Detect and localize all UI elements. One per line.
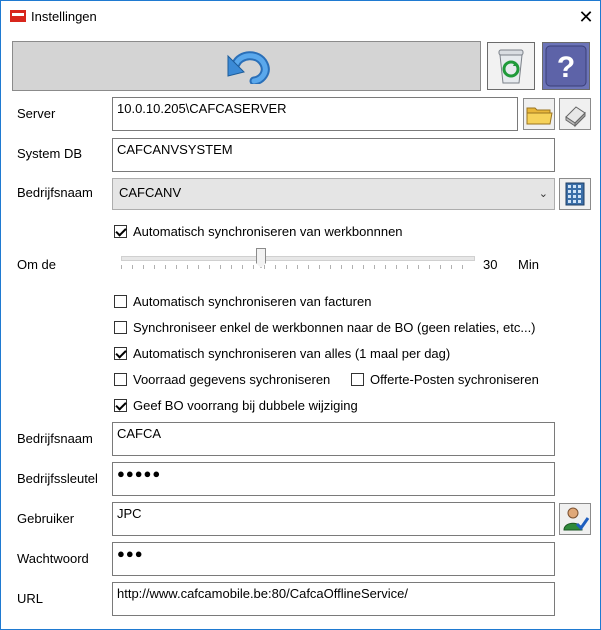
bedrijfsnaam-select[interactable]: CAFCANV ⌄ — [112, 178, 555, 210]
bedrijfssleutel-input[interactable]: ●●●●● — [112, 462, 555, 496]
app-logo-icon — [10, 10, 26, 22]
eraser-button[interactable] — [559, 98, 591, 130]
building-grid-icon — [565, 182, 585, 206]
user-check-button[interactable] — [559, 503, 591, 535]
undo-arrow-icon — [227, 51, 270, 84]
svg-text:?: ? — [557, 51, 575, 84]
offerte-label: Offerte-Posten sychroniseren — [370, 372, 539, 387]
wachtwoord-input[interactable]: ●●● — [112, 542, 555, 576]
auto-facturen-checkbox[interactable]: Automatisch synchroniseren van facturen — [114, 294, 371, 309]
om-de-label: Om de — [17, 257, 57, 272]
voorrang-label: Geef BO voorrang bij dubbele wijziging — [133, 398, 358, 413]
settings-window: Instellingen ✕ ? Server 10.0.10.205\CAFC… — [0, 0, 601, 630]
recycle-bin-icon — [498, 49, 524, 84]
voorrang-checkbox[interactable]: Geef BO voorrang bij dubbele wijziging — [114, 398, 358, 413]
checkbox-box[interactable] — [114, 373, 127, 386]
checkbox-box[interactable] — [114, 399, 127, 412]
recycle-bin-button[interactable] — [487, 42, 535, 90]
undo-button[interactable] — [12, 41, 481, 91]
interval-unit: Min — [518, 257, 539, 272]
enkel-werkbonnen-label: Synchroniseer enkel de werkbonnen naar d… — [133, 320, 536, 335]
window-title: Instellingen — [31, 9, 97, 24]
voorraad-label: Voorraad gegevens sychroniseren — [133, 372, 331, 387]
interval-slider-ticks — [121, 265, 473, 269]
eraser-icon — [565, 106, 586, 128]
company-list-button[interactable] — [559, 178, 591, 210]
gebruiker-input[interactable]: JPC — [112, 502, 555, 536]
help-icon: ? — [545, 45, 587, 87]
auto-werkbonnen-label: Automatisch synchroniseren van werkbonnn… — [133, 224, 403, 239]
auto-alles-label: Automatisch synchroniseren van alles (1 … — [133, 346, 451, 361]
checkbox-box[interactable] — [114, 321, 127, 334]
enkel-werkbonnen-checkbox[interactable]: Synchroniseer enkel de werkbonnen naar d… — [114, 320, 536, 335]
server-label: Server — [17, 106, 56, 121]
systemdb-input[interactable]: CAFCANVSYSTEM — [112, 138, 555, 172]
wachtwoord-label: Wachtwoord — [17, 551, 89, 566]
url-input[interactable]: http://www.cafcamobile.be:80/CafcaOfflin… — [112, 582, 555, 616]
auto-alles-checkbox[interactable]: Automatisch synchroniseren van alles (1 … — [114, 346, 450, 361]
checkbox-box[interactable] — [114, 225, 127, 238]
help-button[interactable]: ? — [542, 42, 590, 90]
bedrijfsnaam-label: Bedrijfsnaam — [17, 185, 93, 200]
url-label: URL — [17, 591, 44, 606]
checkbox-box[interactable] — [114, 295, 127, 308]
interval-value: 30 — [483, 257, 498, 272]
auto-facturen-label: Automatisch synchroniseren van facturen — [133, 294, 372, 309]
checkbox-box[interactable] — [114, 347, 127, 360]
bedrijfsnaam-input[interactable]: CAFCA — [112, 422, 555, 456]
auto-werkbonnen-checkbox[interactable]: Automatisch synchroniseren van werkbonnn… — [114, 224, 403, 239]
offerte-checkbox[interactable]: Offerte-Posten sychroniseren — [351, 372, 539, 387]
browse-folder-button[interactable] — [523, 98, 555, 130]
chevron-down-icon: ⌄ — [538, 188, 548, 200]
interval-slider-track[interactable] — [121, 256, 475, 261]
checkbox-box[interactable] — [351, 373, 364, 386]
bedrijfsnaam-selected: CAFCANV — [119, 185, 182, 200]
server-input[interactable]: 10.0.10.205\CAFCASERVER — [112, 97, 518, 131]
systemdb-label: System DB — [17, 146, 83, 161]
bedrijfsnaam2-label: Bedrijfsnaam — [17, 431, 93, 446]
voorraad-checkbox[interactable]: Voorraad gegevens sychroniseren — [114, 372, 330, 387]
title-bar: Instellingen ✕ — [1, 1, 600, 32]
user-check-icon — [563, 507, 590, 531]
gebruiker-label: Gebruiker — [17, 511, 75, 526]
bedrijfssleutel-label: Bedrijfssleutel — [17, 471, 98, 486]
folder-icon — [526, 107, 553, 125]
close-button[interactable]: ✕ — [571, 3, 601, 31]
